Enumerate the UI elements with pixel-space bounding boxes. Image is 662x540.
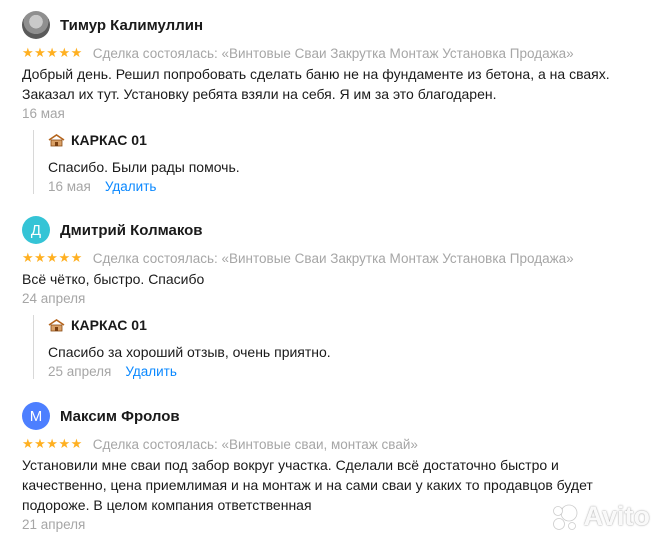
avito-logo-icon [552, 504, 577, 530]
seller-logo-icon [48, 318, 65, 331]
review-date: 16 мая [22, 106, 65, 121]
review-meta: ★★★★★ Сделка состоялась: «Винтовые Сваи … [22, 250, 652, 266]
rating-stars-icon: ★★★★★ [22, 45, 83, 60]
review-author-row: М Максим Фролов [22, 402, 652, 430]
watermark-text: Avito [583, 501, 651, 531]
seller-reply: КАРКАС 01 Спасибо за хороший отзыв, очен… [33, 315, 608, 379]
reply-text: Спасибо за хороший отзыв, очень приятно. [48, 344, 331, 360]
review-meta: ★★★★★ Сделка состоялась: «Винтовые сваи,… [22, 436, 652, 452]
review-author-row: Тимур Калимуллин [22, 11, 652, 39]
rating-stars-icon: ★★★★★ [22, 250, 83, 265]
rating-stars-icon: ★★★★★ [22, 436, 83, 451]
review-text: Всё чётко, быстро. Спасибо [22, 271, 205, 287]
review-text: Добрый день. Решил попробовать сделать б… [22, 66, 610, 102]
deal-info: Сделка состоялась: «Винтовые Сваи Закрут… [92, 250, 574, 266]
seller-name: КАРКАС 01 [71, 132, 147, 148]
deal-info: Сделка состоялась: «Винтовые Сваи Закрут… [92, 45, 574, 61]
delete-reply-link[interactable]: Удалить [125, 364, 177, 379]
review-date: 24 апреля [22, 291, 86, 306]
author-name[interactable]: Максим Фролов [60, 408, 180, 425]
seller-name: КАРКАС 01 [71, 317, 147, 333]
seller-logo-icon [48, 133, 65, 146]
avito-watermark: Avito [550, 501, 651, 532]
reply-date: 25 апреля [48, 364, 112, 379]
review-item: Тимур Калимуллин ★★★★★ Сделка состоялась… [22, 11, 652, 121]
avatar[interactable] [22, 11, 50, 39]
review-item: Д Дмитрий Колмаков ★★★★★ Сделка состояла… [22, 216, 652, 306]
seller-reply: КАРКАС 01 Спасибо. Были рады помочь. 16 … [33, 130, 608, 194]
delete-reply-link[interactable]: Удалить [105, 179, 157, 194]
review-author-row: Д Дмитрий Колмаков [22, 216, 652, 244]
review-meta: ★★★★★ Сделка состоялась: «Винтовые Сваи … [22, 45, 652, 61]
avatar[interactable]: Д [22, 216, 50, 244]
reply-date: 16 мая [48, 179, 91, 194]
author-name[interactable]: Дмитрий Колмаков [60, 222, 203, 239]
reply-text: Спасибо. Были рады помочь. [48, 159, 240, 175]
deal-info: Сделка состоялась: «Винтовые сваи, монта… [92, 436, 418, 452]
avatar[interactable]: М [22, 402, 50, 430]
author-name[interactable]: Тимур Калимуллин [60, 17, 203, 34]
